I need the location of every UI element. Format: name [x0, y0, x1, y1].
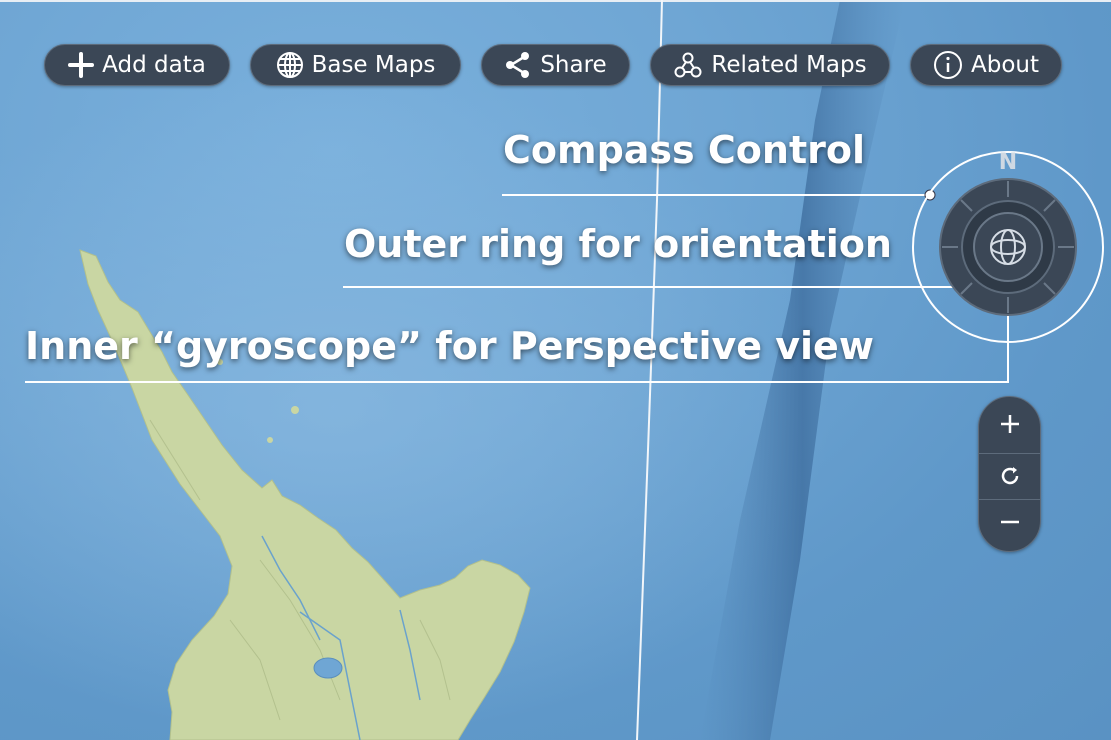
info-icon [933, 50, 963, 80]
related-maps-icon [673, 51, 703, 79]
minus-icon [1000, 520, 1019, 524]
annotation-outer-ring: Outer ring for orientation [344, 222, 892, 266]
about-label: About [970, 52, 1039, 78]
share-button[interactable]: Share [481, 44, 630, 86]
share-icon [504, 51, 532, 79]
related-maps-label: Related Maps [711, 52, 867, 78]
compass-inner-gyroscope[interactable] [973, 212, 1043, 282]
zoom-control [978, 396, 1041, 552]
compass-control[interactable] [912, 151, 1104, 343]
share-label: Share [540, 52, 607, 78]
island [291, 406, 299, 414]
add-data-label: Add data [102, 52, 206, 78]
reset-view-button[interactable] [979, 451, 1040, 501]
zoom-out-button[interactable] [979, 497, 1040, 547]
plus-icon [68, 52, 95, 78]
zoom-in-button[interactable] [979, 399, 1040, 449]
map-canvas[interactable] [0, 0, 1111, 740]
annotation-compass-control: Compass Control [503, 128, 865, 172]
annotation-inner-gyroscope: Inner “gyroscope” for Perspective view [25, 324, 874, 368]
base-maps-label: Base Maps [311, 52, 436, 78]
related-maps-button[interactable]: Related Maps [650, 44, 890, 86]
lake [313, 657, 343, 679]
plus-icon [1000, 415, 1019, 433]
add-data-button[interactable]: Add data [44, 44, 230, 86]
globe-icon [276, 51, 304, 79]
compass-north-label: N [998, 150, 1018, 175]
map-view[interactable]: N Add data Base Maps Share Related Maps … [0, 0, 1111, 740]
base-maps-button[interactable]: Base Maps [250, 44, 461, 86]
island [267, 437, 273, 443]
refresh-icon [1001, 467, 1018, 485]
about-button[interactable]: About [910, 44, 1062, 86]
